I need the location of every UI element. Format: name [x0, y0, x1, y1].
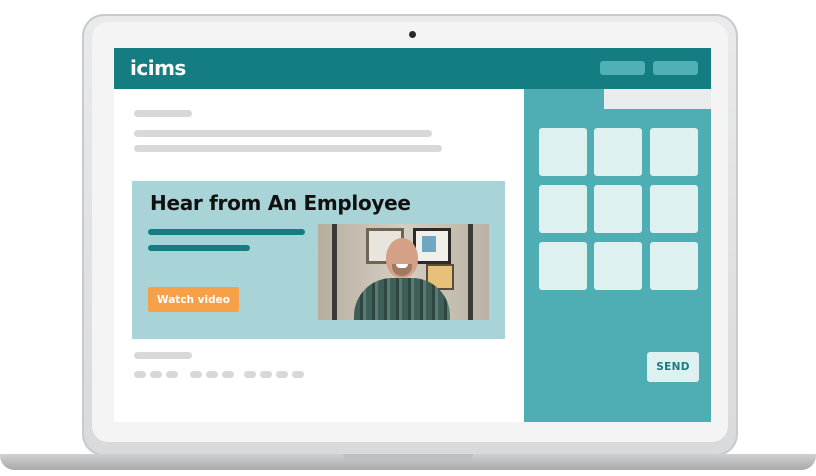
feature-text-line: [148, 229, 305, 235]
placeholder-word: [166, 371, 178, 378]
grid-tile[interactable]: [594, 242, 642, 290]
placeholder-word: [244, 371, 256, 378]
send-button[interactable]: SEND: [647, 352, 699, 382]
feature-text-line: [148, 245, 250, 251]
grid-tile[interactable]: [539, 185, 587, 233]
placeholder-word: [206, 371, 218, 378]
employee-video-thumbnail[interactable]: [318, 224, 489, 320]
placeholder-heading: [134, 352, 192, 359]
employee-video-card: Hear from An Employee Watch video: [132, 181, 505, 339]
laptop-screen: icims Hear from An Employee Watch video: [114, 48, 711, 422]
webcam-icon: [409, 31, 416, 38]
placeholder-word: [292, 371, 304, 378]
placeholder-word: [276, 371, 288, 378]
nav-button-1[interactable]: [600, 61, 645, 75]
placeholder-heading: [134, 110, 192, 117]
placeholder-line: [134, 130, 432, 137]
grid-tile[interactable]: [650, 185, 698, 233]
grid-tile[interactable]: [594, 128, 642, 176]
laptop-base-notch: [343, 454, 473, 460]
grid-tile[interactable]: [539, 128, 587, 176]
grid-tile[interactable]: [650, 128, 698, 176]
watch-video-button[interactable]: Watch video: [148, 287, 239, 312]
placeholder-word: [260, 371, 272, 378]
grid-tile[interactable]: [539, 242, 587, 290]
feature-title: Hear from An Employee: [150, 191, 411, 215]
placeholder-word: [190, 371, 202, 378]
wall-frame-art: [422, 236, 436, 252]
placeholder-line: [134, 145, 442, 152]
top-bar: icims: [114, 48, 711, 89]
placeholder-word: [150, 371, 162, 378]
nav-button-2[interactable]: [653, 61, 698, 75]
placeholder-word: [134, 371, 146, 378]
placeholder-word: [222, 371, 234, 378]
panel-search-input[interactable]: [604, 89, 711, 109]
chat-panel: SEND: [524, 89, 711, 422]
grid-tile[interactable]: [594, 185, 642, 233]
video-shelf: [468, 224, 473, 320]
grid-tile[interactable]: [650, 242, 698, 290]
icims-logo: icims: [130, 56, 186, 80]
video-shelf: [332, 224, 337, 320]
